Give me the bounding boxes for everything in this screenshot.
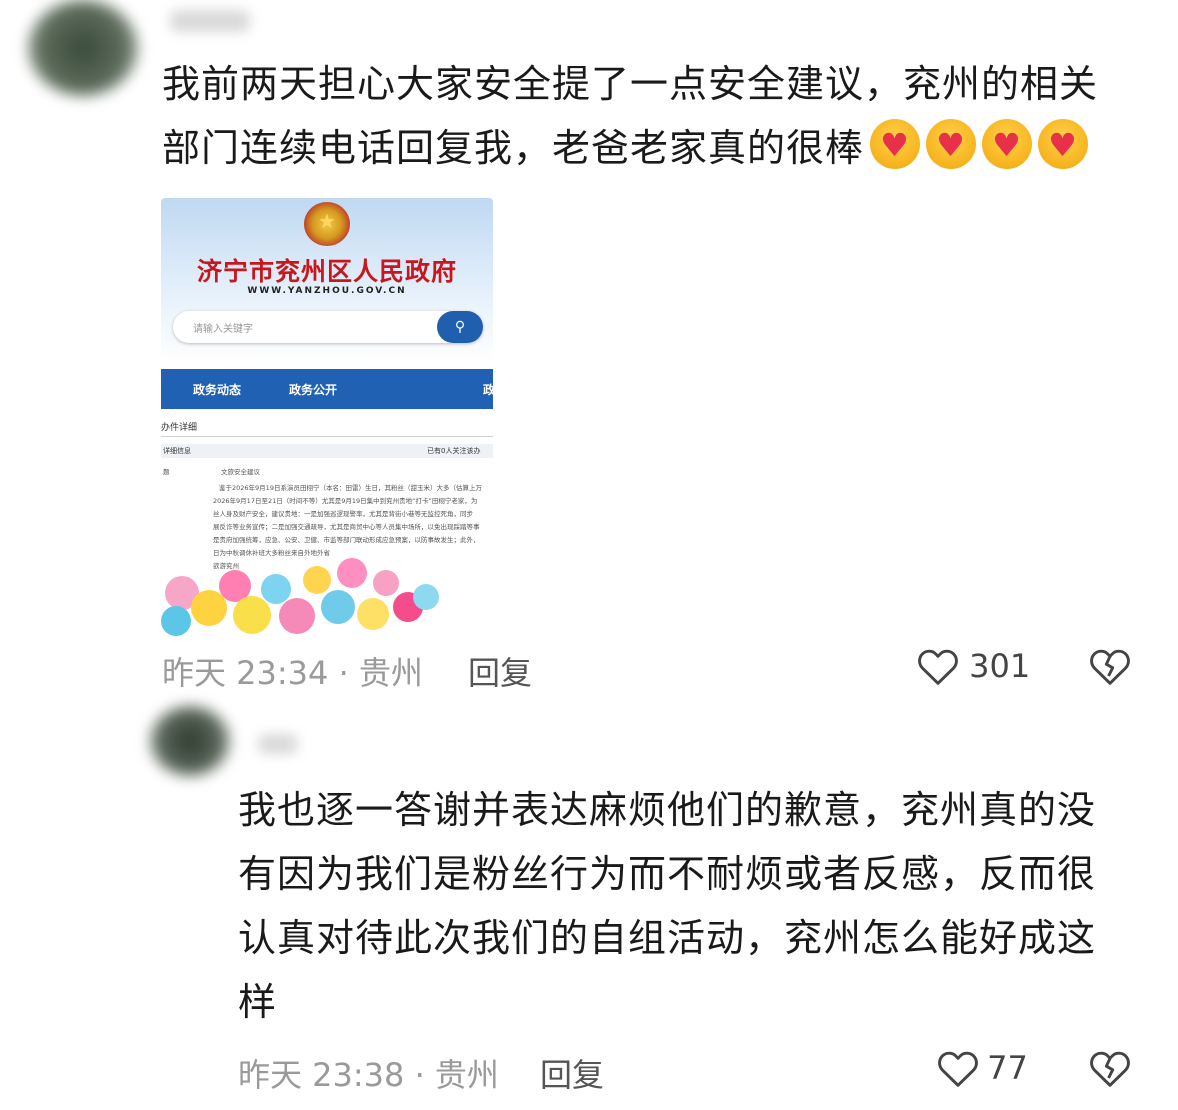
body-line: 展反诈等业务宣传；二是加强交通疏导，尤其是商贸中心等人员集中场所，以免出现踩踏等… (213, 523, 480, 531)
heart-outline-icon (938, 1051, 978, 1087)
username[interactable] (258, 734, 298, 754)
heart-outline-icon (918, 649, 958, 685)
broken-heart-icon (1090, 1051, 1130, 1087)
attached-screenshot[interactable]: 济宁市兖州区人民政府 WWW.YANZHOU.GOV.CN 请输入关键字 ⚲ 政… (161, 198, 493, 636)
detail-follow-count: 已有0人关注该办 (427, 447, 481, 455)
like-button[interactable]: 301 (916, 646, 1030, 690)
comment-time-location: 昨天 23:34 · 贵州 (162, 654, 423, 692)
heart-sticker (357, 598, 389, 630)
heart-sticker (321, 590, 355, 624)
detail-info-label: 详细信息 (163, 447, 191, 455)
heart-hug-emoji (982, 119, 1033, 169)
detail-heading: 办件详细 (161, 423, 198, 433)
comment-line: 认真对待此次我们的自组活动，兖州怎么能好成这 (238, 916, 1097, 960)
heart-sticker (373, 570, 399, 596)
gov-site-url: WWW.YANZHOU.GOV.CN (247, 286, 407, 296)
like-count: 301 (969, 647, 1031, 685)
broken-heart-icon (1090, 649, 1130, 685)
dislike-button[interactable] (1088, 646, 1132, 690)
heart-sticker (261, 574, 291, 604)
heart-sticker (337, 558, 367, 588)
gov-site-title: 济宁市兖州区人民政府 (196, 257, 457, 286)
detail-info-bar: 详细信息 已有0人关注该办 (161, 444, 493, 458)
divider (161, 436, 493, 437)
body-line: 日为中秋调休补班大多粉丝来自外地外省 (213, 549, 330, 557)
heart-sticker (279, 598, 315, 634)
nav-item: 政务公开 (289, 383, 338, 397)
heart-sticker (233, 596, 271, 634)
avatar[interactable] (28, 0, 138, 96)
gov-nav-bar: 政务动态 政务公开 政 (161, 369, 493, 409)
heart-sticker (413, 584, 439, 610)
nav-item: 政务动态 (193, 383, 242, 397)
comment-time-location: 昨天 23:38 · 贵州 (238, 1056, 499, 1094)
comment-text: 我前两天担心大家安全提了一点安全建议，兖州的相关 部门连续电话回复我，老爸老家真… (162, 52, 1152, 180)
avatar[interactable] (150, 706, 230, 776)
reply-button[interactable]: 回复 (468, 648, 532, 694)
heart-sticker (303, 566, 331, 594)
gov-search-box: 请输入关键字 ⚲ (173, 311, 483, 343)
comment-text: 我也逐一答谢并表达麻烦他们的歉意，兖州真的没 有因为我们是粉丝行为而不耐烦或者反… (238, 778, 1138, 1034)
comment-line: 部门连续电话回复我，老爸老家真的很棒 (162, 116, 1152, 180)
comment-line: 样 (238, 980, 278, 1024)
body-line: 丝人身及财产安全，建议贵地：一是加强巡逻现警率，尤其是背街小巷等无监控死角，同步 (213, 510, 473, 518)
body-line: 鉴于2026年9月19日系演员田栩宁（本名：田雷）生日，其粉丝（甜玉米）大多（估… (219, 484, 482, 492)
comment-line: 我前两天担心大家安全提了一点安全建议，兖州的相关 (162, 62, 1099, 106)
heart-hug-emoji (1038, 119, 1089, 169)
heart-sticker (161, 606, 191, 636)
comment-line: 有因为我们是粉丝行为而不耐烦或者反感，反而很 (238, 852, 1097, 896)
dislike-button[interactable] (1088, 1048, 1132, 1092)
heart-hug-emoji (926, 119, 977, 169)
body-line: 是贵府加强统筹，应急、公安、卫健、市监等部门联动形成应急预案，以防事故发生；此外… (213, 536, 480, 544)
like-count: 77 (987, 1049, 1028, 1087)
reply-button[interactable]: 回复 (540, 1050, 604, 1096)
body-line: 2026年9月17日至21日（时间不等）尤其是9月19日集中到兖州贵地“打卡”田… (213, 497, 478, 505)
national-emblem-icon (304, 202, 350, 246)
row-title: 文旅安全建议 (221, 468, 260, 476)
body-line: 欲游兖州 (213, 562, 239, 570)
row-label: 题 (163, 468, 170, 476)
like-button[interactable]: 77 (936, 1048, 1028, 1092)
search-placeholder: 请输入关键字 (193, 324, 253, 335)
heart-hug-emoji (870, 119, 921, 169)
search-icon: ⚲ (437, 311, 483, 343)
username[interactable] (170, 10, 250, 32)
nav-item: 政 (483, 383, 493, 397)
comment-line: 我也逐一答谢并表达麻烦他们的歉意，兖州真的没 (238, 788, 1097, 832)
